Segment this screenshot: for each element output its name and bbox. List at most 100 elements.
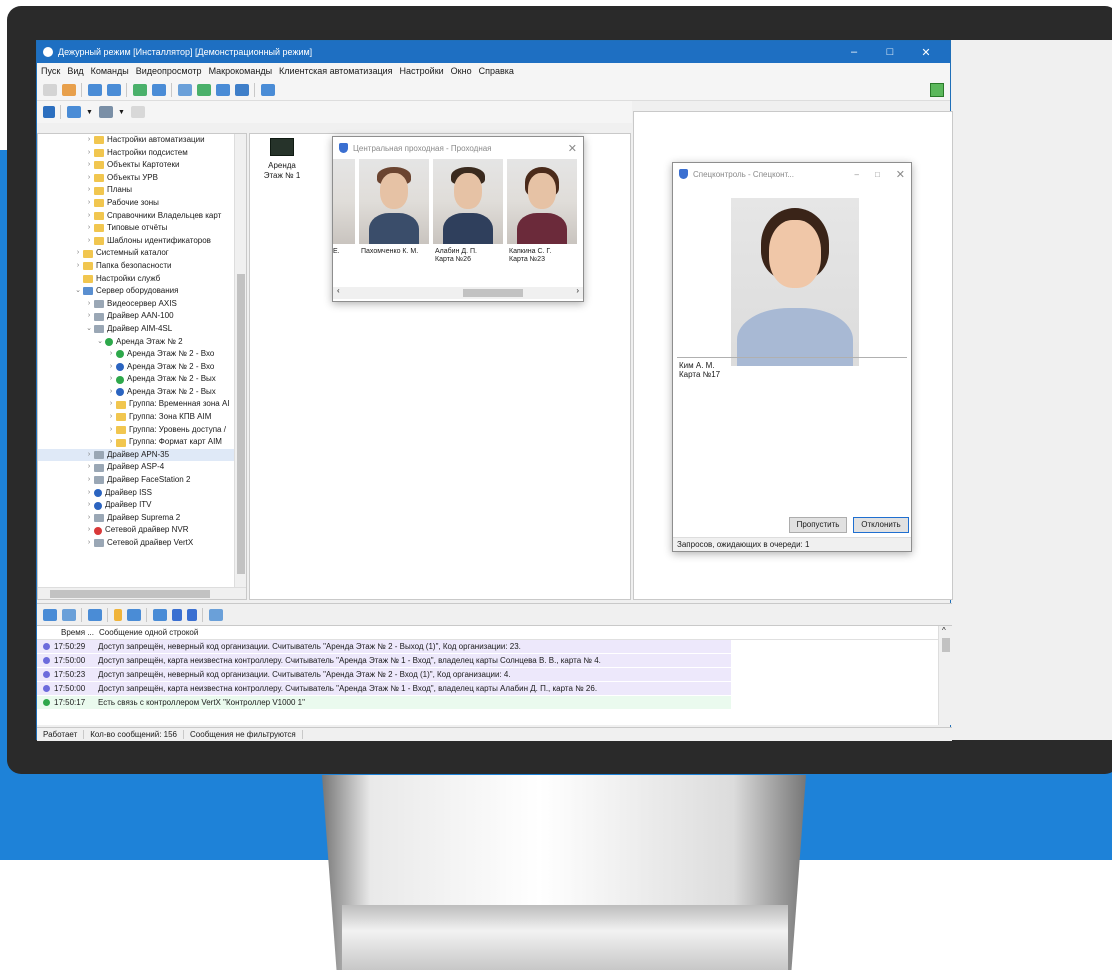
- filter-settings-icon[interactable]: [88, 608, 102, 621]
- menu-commands[interactable]: Команды: [91, 66, 129, 76]
- title-bar[interactable]: Дежурный режим [Инсталлятор] [Демонстрац…: [37, 41, 950, 63]
- tree-item[interactable]: › Аренда Этаж № 2 - Вхо: [38, 361, 246, 374]
- columns-icon[interactable]: [153, 608, 167, 621]
- chevron-right-icon[interactable]: ›: [84, 134, 94, 147]
- chevron-right-icon[interactable]: ›: [84, 210, 94, 223]
- chevron-right-icon[interactable]: ›: [84, 184, 94, 197]
- search-icon[interactable]: [187, 608, 197, 621]
- sort-icon[interactable]: [130, 106, 145, 118]
- menu-video[interactable]: Видеопросмотр: [136, 66, 202, 76]
- menu-help[interactable]: Справка: [479, 66, 514, 76]
- transfer-icon[interactable]: [152, 83, 166, 96]
- person-card[interactable]: Капкина С. Г. Карта №23: [507, 159, 577, 279]
- minimize-icon[interactable]: –: [854, 170, 858, 179]
- tree-item[interactable]: › Аренда Этаж № 2 - Вых: [38, 373, 246, 386]
- person-card[interactable]: Пахомченко К. М.: [359, 159, 429, 279]
- chevron-right-icon[interactable]: ›: [84, 474, 94, 487]
- forward-icon[interactable]: [133, 83, 147, 96]
- user-key-icon[interactable]: [62, 83, 76, 96]
- control-window-titlebar[interactable]: Спецконтроль - Спецконт... – □ ✕: [673, 163, 911, 185]
- chevron-right-icon[interactable]: ›: [84, 537, 94, 550]
- entry-scrollbar[interactable]: ‹ ›: [333, 286, 583, 299]
- menu-view[interactable]: Вид: [67, 66, 83, 76]
- tree-item[interactable]: ⌄ Аренда Этаж № 2: [38, 336, 246, 349]
- chevron-right-icon[interactable]: ›: [84, 172, 94, 185]
- chevron-down-icon[interactable]: ▼: [86, 109, 93, 116]
- filter-icon[interactable]: [43, 608, 57, 621]
- chevron-right-icon[interactable]: ›: [84, 310, 94, 323]
- chevron-down-icon[interactable]: ▼: [118, 109, 125, 116]
- settings-icon[interactable]: [209, 608, 223, 621]
- add-window-icon[interactable]: [88, 83, 102, 96]
- chevron-right-icon[interactable]: ›: [84, 524, 94, 537]
- tree-item[interactable]: › Настройки подсистем: [38, 147, 246, 160]
- tree-item[interactable]: › Папка безопасности: [38, 260, 246, 273]
- close-icon[interactable]: ✕: [568, 142, 577, 155]
- tree-item[interactable]: › Объекты Картотеки: [38, 159, 246, 172]
- tree-item[interactable]: › Настройки автоматизации: [38, 134, 246, 147]
- tree-item[interactable]: › Видеосервер AXIS: [38, 298, 246, 311]
- menu-window[interactable]: Окно: [451, 66, 472, 76]
- log-scrollbar[interactable]: ^: [938, 626, 952, 725]
- chevron-right-icon[interactable]: ›: [73, 260, 83, 273]
- close-icon[interactable]: ✕: [896, 168, 905, 181]
- console-icon[interactable]: [43, 106, 55, 118]
- maximize-icon[interactable]: □: [875, 170, 880, 179]
- text-icon[interactable]: [172, 608, 182, 621]
- log-row[interactable]: 17:50:23 Доступ запрещён, неверный код ор…: [37, 668, 731, 682]
- tree-item[interactable]: › Драйвер FaceStation 2: [38, 474, 246, 487]
- chevron-right-icon[interactable]: ›: [84, 461, 94, 474]
- layout-icon[interactable]: [930, 83, 944, 97]
- skip-button[interactable]: Пропустить: [789, 517, 847, 533]
- chevron-right-icon[interactable]: ›: [106, 398, 116, 411]
- tree-item[interactable]: › Аренда Этаж № 2 - Вхо: [38, 348, 246, 361]
- tree-item[interactable]: › Драйвер ASP-4: [38, 461, 246, 474]
- reject-button[interactable]: Отклонить: [853, 517, 909, 533]
- tree-item[interactable]: Настройки служб: [38, 273, 246, 286]
- chevron-right-icon[interactable]: ›: [84, 487, 94, 500]
- tree-item[interactable]: ⌄ Драйвер AIM-4SL: [38, 323, 246, 336]
- chevron-right-icon[interactable]: ›: [73, 247, 83, 260]
- person-card[interactable]: Е.: [333, 159, 355, 279]
- tree-item[interactable]: › Группа: Уровень доступа /: [38, 424, 246, 437]
- chevron-right-icon[interactable]: ›: [106, 348, 116, 361]
- tree-item[interactable]: › Шаблоны идентификаторов: [38, 235, 246, 248]
- chevron-right-icon[interactable]: ›: [106, 361, 116, 374]
- col-message[interactable]: Сообщение одной строкой: [99, 628, 198, 637]
- chevron-right-icon[interactable]: ›: [84, 235, 94, 248]
- person-card[interactable]: Алабин Д. П. Карта №26: [433, 159, 503, 279]
- chevron-right-icon[interactable]: ›: [84, 449, 94, 462]
- close-icon[interactable]: ✕: [908, 46, 944, 59]
- chevron-right-icon[interactable]: ›: [106, 373, 116, 386]
- tree-item[interactable]: › Сетевой драйвер NVR: [38, 524, 246, 537]
- window-list-icon[interactable]: [107, 83, 121, 96]
- entry-window-titlebar[interactable]: Центральная проходная - Проходная ✕: [333, 137, 583, 159]
- chevron-right-icon[interactable]: ›: [84, 159, 94, 172]
- scroll-right-icon[interactable]: ›: [576, 286, 579, 295]
- tree-item[interactable]: › Группа: Формат карт AIM: [38, 436, 246, 449]
- menu-client-automation[interactable]: Клиентская автоматизация: [279, 66, 392, 76]
- tree-item[interactable]: › Объекты УРВ: [38, 172, 246, 185]
- chevron-right-icon[interactable]: ›: [106, 436, 116, 449]
- tree-item[interactable]: › Драйвер ITV: [38, 499, 246, 512]
- menu-settings[interactable]: Настройки: [400, 66, 444, 76]
- tree-item[interactable]: › Справочники Владельцев карт: [38, 210, 246, 223]
- log-row[interactable]: 17:50:17 Есть связь с контроллером VertX …: [37, 696, 731, 710]
- tree-item[interactable]: › Группа: Временная зона AI: [38, 398, 246, 411]
- tree-item[interactable]: › Драйвер APN-35: [38, 448, 246, 462]
- minimize-icon[interactable]: –: [836, 46, 872, 58]
- object-tree[interactable]: › Настройки автоматизации › Настройки подси…: [37, 133, 247, 600]
- view-icon[interactable]: [67, 106, 81, 118]
- tree-item[interactable]: › Рабочие зоны: [38, 197, 246, 210]
- tree-vertical-scrollbar[interactable]: [234, 134, 246, 599]
- chevron-right-icon[interactable]: ›: [84, 512, 94, 525]
- chevron-right-icon[interactable]: ›: [84, 298, 94, 311]
- chevron-right-icon[interactable]: ›: [84, 197, 94, 210]
- chevron-down-icon[interactable]: ⌄: [84, 323, 94, 336]
- group-icon[interactable]: [235, 83, 249, 96]
- chevron-right-icon[interactable]: ›: [106, 386, 116, 399]
- tree-item[interactable]: › Драйвер Suprema 2: [38, 512, 246, 525]
- scroll-left-icon[interactable]: ‹: [337, 286, 340, 295]
- search-window-icon[interactable]: [216, 83, 230, 96]
- camera-device-icon[interactable]: [270, 138, 294, 156]
